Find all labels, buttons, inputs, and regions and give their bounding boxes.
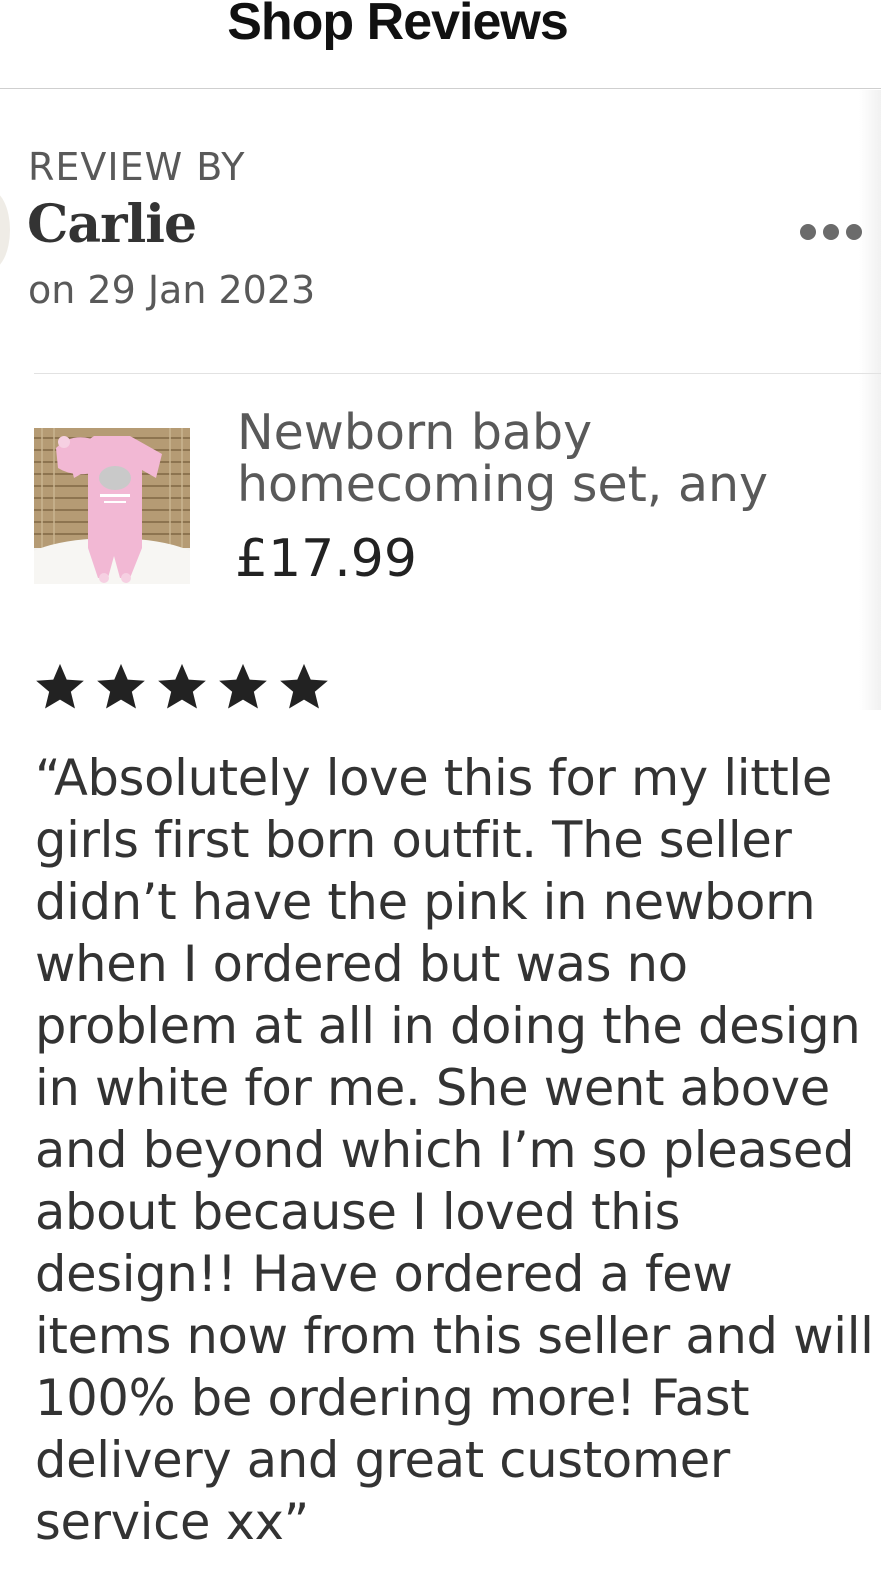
header-bar: Shop Reviews <box>0 0 881 89</box>
star-icon <box>158 663 206 709</box>
more-options-button[interactable] <box>800 212 881 252</box>
star-icon <box>97 663 145 709</box>
star-icon <box>36 663 84 709</box>
product-thumbnail[interactable] <box>34 428 190 584</box>
star-rating <box>34 662 330 712</box>
more-dots-icon <box>823 224 839 240</box>
review-date: on 29 Jan 2023 <box>28 268 316 312</box>
section-divider <box>34 373 881 374</box>
reviewer-avatar[interactable] <box>0 190 10 270</box>
review-text: “Absolutely love this for my little girl… <box>35 749 874 1551</box>
page-title: Shop Reviews <box>227 0 569 51</box>
more-dots-icon <box>846 224 862 240</box>
product-price: £17.99 <box>235 529 417 589</box>
star-icon <box>219 663 267 709</box>
more-dots-icon <box>800 224 816 240</box>
review-by-label: REVIEW BY <box>28 145 246 189</box>
product-title-link[interactable]: Newborn baby homecoming set, any <box>237 407 867 511</box>
shop-reviews-screen: Shop Reviews REVIEW BY Carlie on 29 Jan … <box>0 0 881 1594</box>
baby-outfit-image <box>34 428 190 584</box>
scroll-shadow <box>859 90 881 710</box>
star-icon <box>280 663 328 709</box>
reviewer-name[interactable]: Carlie <box>27 194 197 255</box>
